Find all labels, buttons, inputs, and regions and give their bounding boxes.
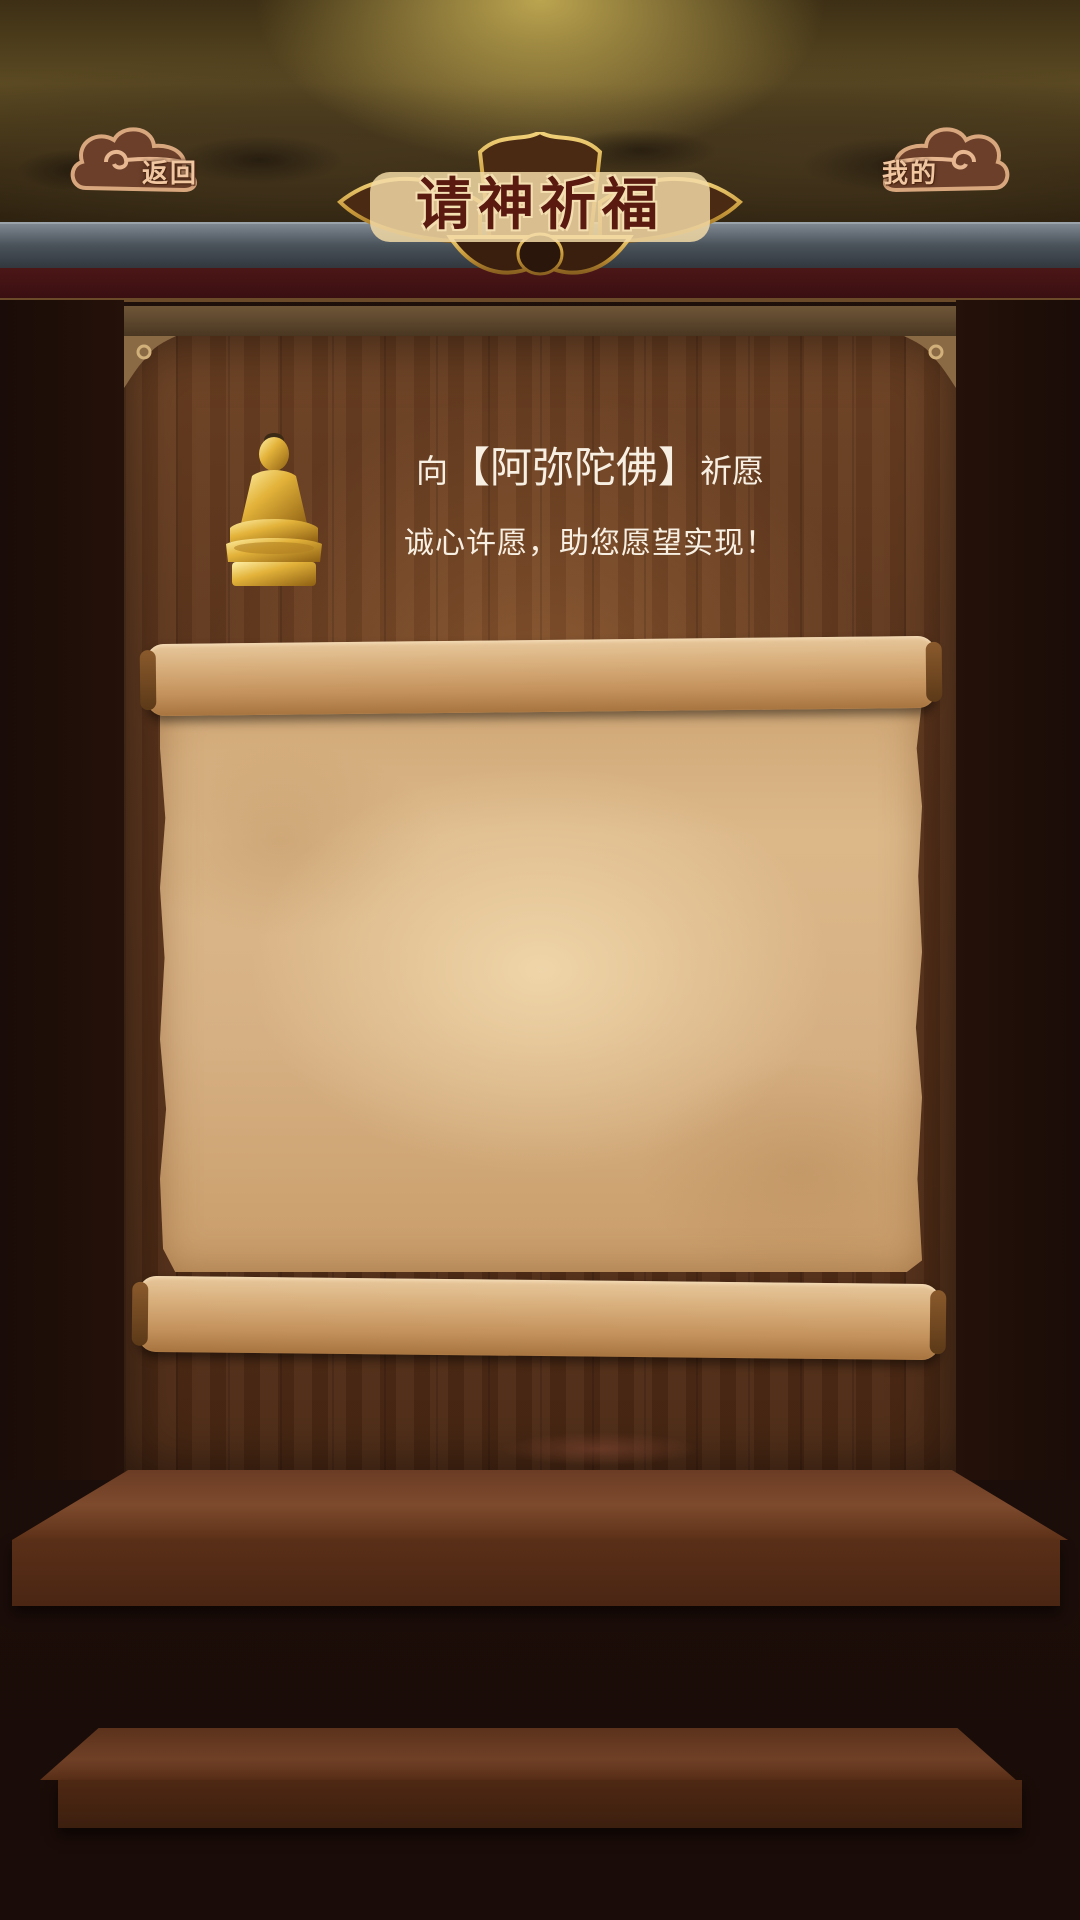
corner-ornament-icon xyxy=(904,336,956,388)
close-bracket: 】 xyxy=(658,443,701,492)
prayer-suffix: 祈愿 xyxy=(700,452,765,490)
altar-table-top xyxy=(12,1470,1068,1540)
deity-name: 阿弥陀佛 xyxy=(489,443,658,492)
mine-button[interactable]: 我的 xyxy=(876,118,1014,198)
pray-page: 返回 我的 请神祈福 向【阿弥陀佛】祈愿 诚心许愿，助您愿望实现！ xyxy=(0,0,1080,1920)
corner-ornament-icon xyxy=(124,336,176,388)
title-lotus: 请神祈福 xyxy=(330,132,750,282)
altar-table-front xyxy=(12,1540,1060,1606)
altar-smudge xyxy=(500,1432,700,1466)
prayer-heading: 向【阿弥陀佛】祈愿 xyxy=(300,440,880,499)
back-button[interactable]: 返回 xyxy=(66,118,204,198)
page-title: 请神祈福 xyxy=(416,172,664,238)
shrine-lintel xyxy=(74,306,1006,339)
mine-label: 我的 xyxy=(882,159,939,189)
scroll-top-roll xyxy=(145,635,937,717)
prayer-prefix: 向 xyxy=(415,452,448,490)
lower-shelf-top xyxy=(40,1728,1016,1780)
back-label: 返回 xyxy=(141,159,198,189)
left-pillar xyxy=(0,300,124,1480)
lower-shelf-front xyxy=(58,1780,1022,1828)
right-pillar xyxy=(956,300,1080,1480)
open-bracket: 【 xyxy=(447,443,490,492)
scroll-bottom-roll xyxy=(137,1275,941,1361)
prayer-subtitle: 诚心许愿，助您愿望实现！ xyxy=(404,526,776,561)
wish-scroll[interactable] xyxy=(160,690,922,1272)
